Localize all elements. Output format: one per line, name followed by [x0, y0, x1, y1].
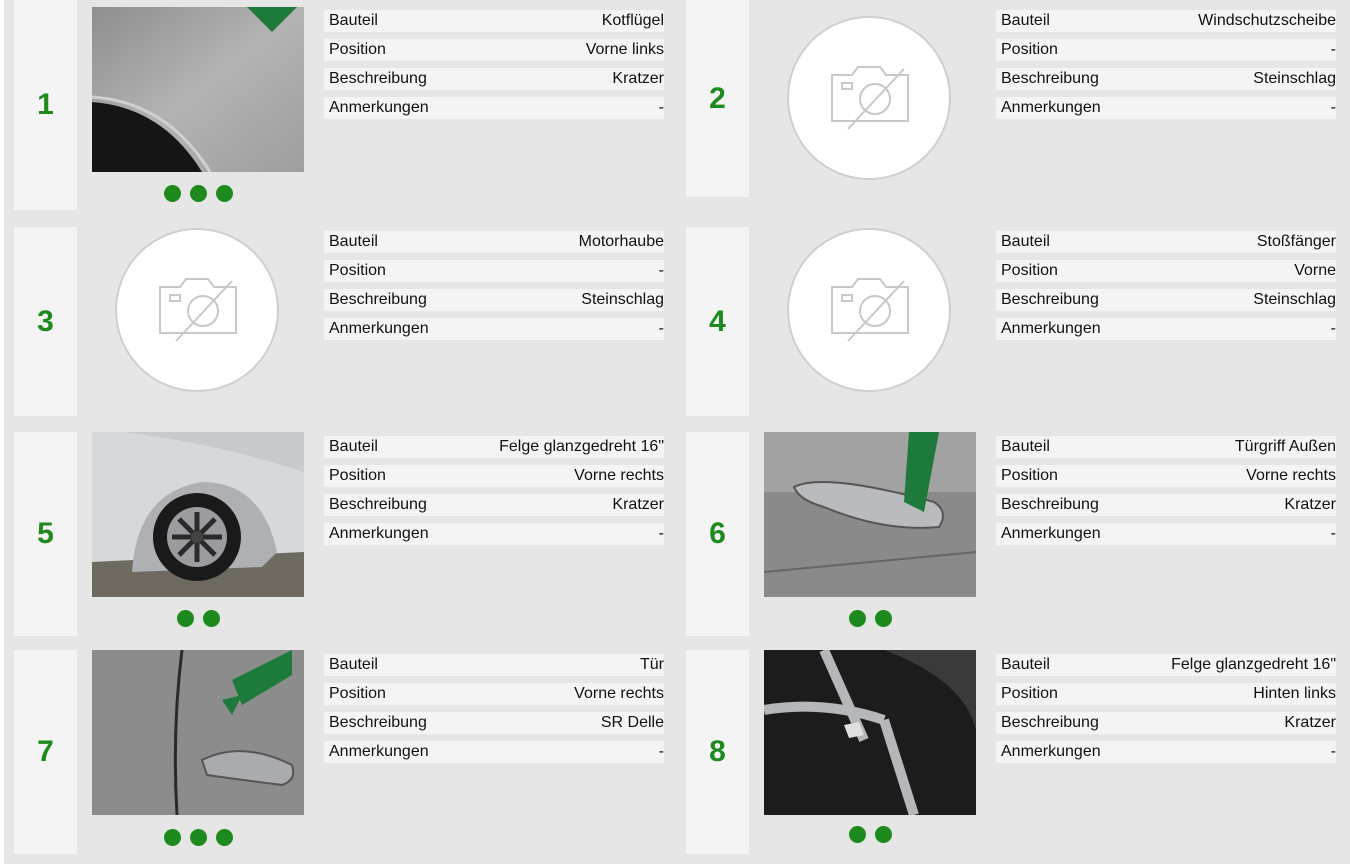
damage-card: 4 Bauteil Stoßfänger Position Vorne Beschr…: [676, 212, 1350, 426]
damage-card: 1 Bauteil Kotflügel Position Vorne links B…: [4, 0, 676, 212]
wheel-photo-image: [92, 432, 304, 597]
detail-row-position: Position -: [324, 260, 664, 282]
damage-details: Bauteil Tür Position Vorne rechts Beschrei…: [324, 654, 664, 770]
detail-row-description: Beschreibung Steinschlag: [996, 68, 1336, 90]
photo-dot[interactable]: [163, 829, 181, 846]
photo-dot[interactable]: [202, 610, 220, 627]
camera-off-icon: [787, 228, 951, 392]
photo-dot[interactable]: [215, 185, 233, 202]
damage-photo[interactable]: [764, 650, 976, 815]
damage-details: Bauteil Windschutzscheibe Position - Besch…: [996, 10, 1336, 126]
detail-row-component: Bauteil Windschutzscheibe: [996, 10, 1336, 32]
fender-photo-image: [92, 7, 304, 172]
photo-pagination: [764, 610, 976, 627]
damage-number: 4: [686, 227, 749, 416]
door-handle-photo-image: [764, 432, 976, 597]
detail-row-description: Beschreibung Kratzer: [324, 68, 664, 90]
camera-off-icon: [787, 16, 951, 180]
photo-dot[interactable]: [163, 185, 181, 202]
damage-card: 3 Bauteil Motorhaube Position - Beschreibu…: [4, 212, 676, 426]
detail-row-description: Beschreibung Kratzer: [996, 712, 1336, 734]
detail-row-description: Beschreibung Kratzer: [324, 494, 664, 516]
damage-card: 5 Bauteil Felge glanzgedreht 16" Positio…: [4, 426, 676, 640]
camera-off-icon: [115, 228, 279, 392]
detail-row-position: Position Vorne: [996, 260, 1336, 282]
no-photo-placeholder: [786, 15, 952, 181]
damage-number: 3: [14, 227, 77, 416]
no-photo-placeholder: [786, 227, 952, 393]
damage-number: 1: [14, 0, 77, 210]
photo-pagination: [764, 826, 976, 843]
detail-row-component: Bauteil Felge glanzgedreht 16": [324, 436, 664, 458]
photo-pagination: [92, 829, 304, 846]
damage-details: Bauteil Stoßfänger Position Vorne Beschrei…: [996, 231, 1336, 347]
detail-row-remarks: Anmerkungen -: [324, 318, 664, 340]
damage-details: Bauteil Felge glanzgedreht 16" Position Vo…: [324, 436, 664, 552]
damage-details: Bauteil Türgriff Außen Position Vorne rech…: [996, 436, 1336, 552]
detail-row-position: Position Hinten links: [996, 683, 1336, 705]
detail-row-remarks: Anmerkungen -: [996, 523, 1336, 545]
damage-details: Bauteil Motorhaube Position - Beschreibung…: [324, 231, 664, 347]
detail-row-component: Bauteil Tür: [324, 654, 664, 676]
detail-row-position: Position Vorne rechts: [996, 465, 1336, 487]
photo-pagination: [92, 185, 304, 202]
damage-photo[interactable]: [92, 7, 304, 172]
detail-row-remarks: Anmerkungen -: [324, 97, 664, 119]
photo-pagination: [92, 610, 304, 627]
photo-dot[interactable]: [176, 610, 194, 627]
photo-dot[interactable]: [215, 829, 233, 846]
detail-row-description: Beschreibung Kratzer: [996, 494, 1336, 516]
door-photo-image: [92, 650, 304, 815]
damage-number: 5: [14, 432, 77, 636]
damage-details: Bauteil Felge glanzgedreht 16" Position Hi…: [996, 654, 1336, 770]
damage-details: Bauteil Kotflügel Position Vorne links Bes…: [324, 10, 664, 126]
damage-number: 8: [686, 650, 749, 854]
damage-photo[interactable]: [92, 432, 304, 597]
detail-row-remarks: Anmerkungen -: [996, 318, 1336, 340]
detail-row-remarks: Anmerkungen -: [324, 741, 664, 763]
detail-row-component: Bauteil Türgriff Außen: [996, 436, 1336, 458]
detail-row-position: Position Vorne rechts: [324, 683, 664, 705]
detail-row-component: Bauteil Stoßfänger: [996, 231, 1336, 253]
photo-dot[interactable]: [848, 610, 866, 627]
damage-grid: 1 Bauteil Kotflügel Position Vorne links B…: [4, 0, 1350, 864]
photo-dot[interactable]: [874, 610, 892, 627]
detail-row-position: Position Vorne rechts: [324, 465, 664, 487]
detail-row-remarks: Anmerkungen -: [324, 523, 664, 545]
damage-card: 6 Bauteil Türgriff Außen Position Vorne re…: [676, 426, 1350, 640]
photo-dot[interactable]: [189, 829, 207, 846]
detail-row-remarks: Anmerkungen -: [996, 741, 1336, 763]
detail-row-description: Beschreibung Steinschlag: [324, 289, 664, 311]
damage-photo[interactable]: [92, 650, 304, 815]
photo-dot[interactable]: [189, 185, 207, 202]
damage-card: 2 Bauteil Windschutzscheibe Position - Bes…: [676, 0, 1350, 212]
photo-dot[interactable]: [848, 826, 866, 843]
detail-row-description: Beschreibung SR Delle: [324, 712, 664, 734]
damage-number: 7: [14, 650, 77, 854]
detail-row-component: Bauteil Kotflügel: [324, 10, 664, 32]
detail-row-position: Position Vorne links: [324, 39, 664, 61]
rim-photo-image: [764, 650, 976, 815]
damage-card: 7 Bauteil Tür Position Vorne rechts Beschr…: [4, 640, 676, 864]
damage-photo[interactable]: [764, 432, 976, 597]
detail-row-component: Bauteil Motorhaube: [324, 231, 664, 253]
detail-row-position: Position -: [996, 39, 1336, 61]
detail-row-component: Bauteil Felge glanzgedreht 16": [996, 654, 1336, 676]
damage-number: 2: [686, 0, 749, 197]
damage-number: 6: [686, 432, 749, 636]
photo-dot[interactable]: [874, 826, 892, 843]
detail-row-remarks: Anmerkungen -: [996, 97, 1336, 119]
detail-row-description: Beschreibung Steinschlag: [996, 289, 1336, 311]
no-photo-placeholder: [114, 227, 280, 393]
damage-card: 8 Bauteil Felge glanzgedreht 16" Position…: [676, 640, 1350, 864]
